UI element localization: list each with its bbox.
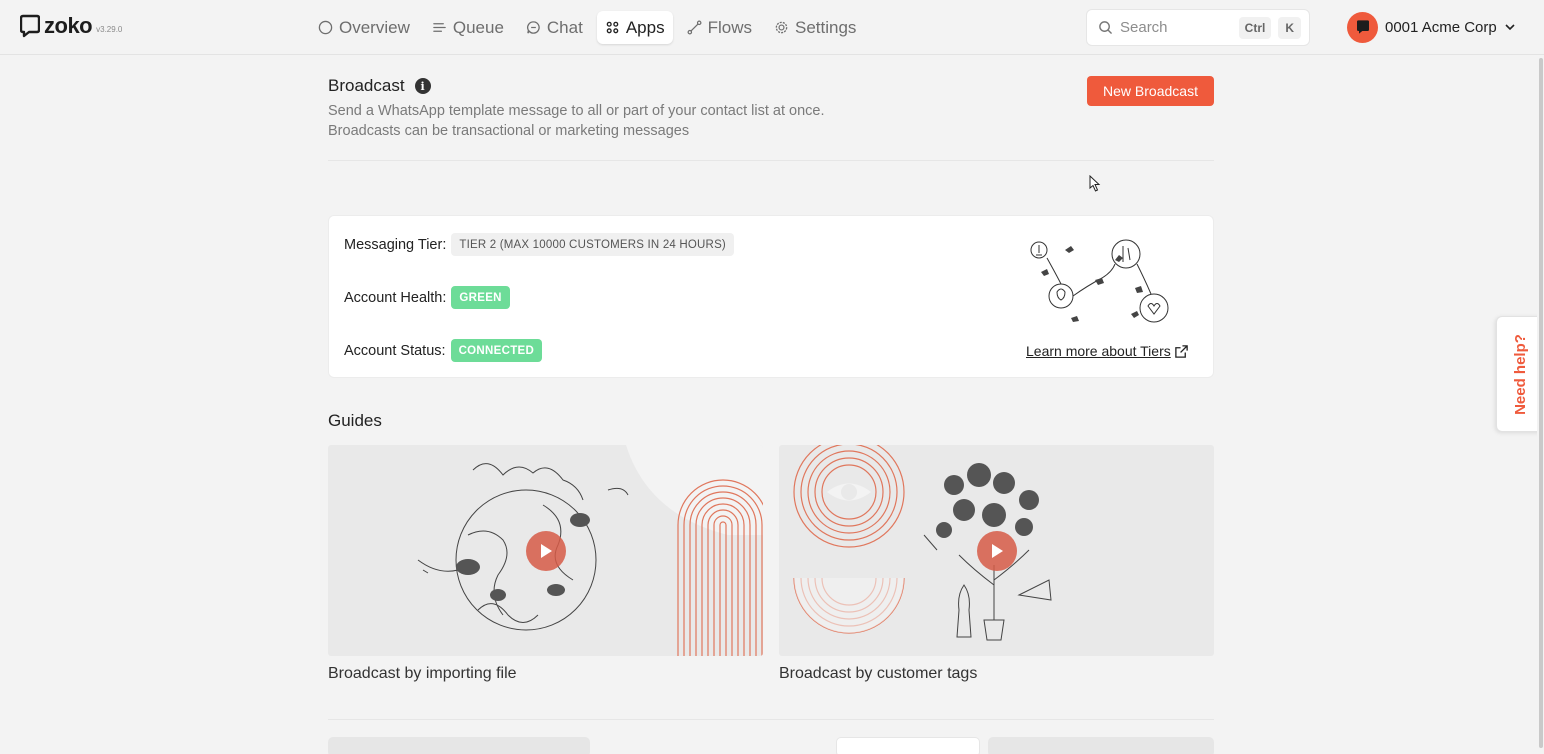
mouse-cursor-icon [1089, 175, 1101, 192]
messaging-tier-card: Messaging Tier: TIER 2 (MAX 10000 CUSTOM… [328, 215, 1214, 378]
gear-icon [775, 21, 788, 34]
flow-path-icon [687, 20, 702, 35]
new-broadcast-button[interactable]: New Broadcast [1087, 76, 1214, 106]
zoko-logo-icon [1356, 20, 1369, 34]
nav-label: Flows [707, 17, 752, 37]
need-help-label: Need help? [1512, 333, 1530, 415]
messaging-tier-badge: TIER 2 (MAX 10000 CUSTOMERS IN 24 HOURS) [451, 233, 734, 256]
nav-item-apps[interactable]: Apps [596, 11, 673, 44]
scrollbar-thumb[interactable] [1539, 58, 1543, 748]
nav-label: Queue [452, 17, 504, 37]
shortcut-k: K [1278, 16, 1301, 39]
account-name: 0001 Acme Corp [1385, 18, 1497, 36]
page-description: Send a WhatsApp template message to all … [328, 101, 824, 141]
description-line: Send a WhatsApp template message to all … [328, 103, 825, 119]
guide-video-import-file[interactable] [328, 445, 763, 656]
nav-item-overview[interactable]: Overview [310, 11, 418, 44]
info-icon[interactable]: i [414, 78, 431, 94]
account-health-label: Account Health: [344, 289, 447, 306]
messaging-tier-row: Messaging Tier: TIER 2 (MAX 10000 CUSTOM… [344, 233, 734, 256]
account-status-row: Account Status: CONNECTED [344, 339, 543, 362]
top-bar: zoko v3.29.0 Overview Queue Chat Apps Fl… [0, 0, 1544, 55]
search-box[interactable]: Search Ctrl K [1086, 9, 1310, 46]
account-status-label: Account Status: [344, 342, 446, 359]
account-status-badge: CONNECTED [450, 339, 543, 362]
play-button[interactable] [977, 531, 1017, 571]
play-icon [992, 544, 1003, 558]
guide-label[interactable]: Broadcast by customer tags [779, 665, 977, 683]
app-name: zoko [44, 13, 93, 38]
tiers-illustration [1030, 239, 1169, 323]
page-title-text: Broadcast [328, 76, 405, 95]
nav-label: Apps [625, 17, 665, 37]
chat-bubble-icon [526, 21, 540, 34]
time-filter-dropdown[interactable] [988, 737, 1214, 754]
external-link-icon [1174, 344, 1188, 358]
app-version: v3.29.0 [96, 25, 123, 34]
search-placeholder: Search [1120, 19, 1168, 36]
zoko-logo-icon [20, 14, 40, 38]
avatar [1347, 11, 1378, 43]
nav-label: Chat [546, 17, 583, 37]
app-logo[interactable]: zoko v3.29.0 [20, 14, 122, 38]
play-button[interactable] [526, 531, 566, 571]
guides-heading: Guides [328, 411, 382, 430]
play-icon [541, 544, 552, 558]
search-icon [1099, 21, 1112, 34]
divider [328, 160, 1214, 161]
nav-label: Settings [794, 17, 857, 37]
learn-more-tiers-link[interactable]: Learn more about Tiers [1026, 343, 1189, 359]
shortcut-ctrl: Ctrl [1238, 16, 1272, 39]
learn-more-text: Learn more about Tiers [1026, 343, 1171, 359]
page-title: Broadcast i [328, 76, 431, 96]
circle-icon [318, 20, 333, 35]
nav-item-chat[interactable]: Chat [518, 11, 591, 44]
broadcast-search-input[interactable] [328, 737, 590, 754]
chevron-down-icon [1505, 24, 1515, 31]
nav-item-queue[interactable]: Queue [424, 11, 512, 44]
account-health-row: Account Health: GREEN [344, 286, 510, 309]
account-switcher[interactable]: 0001 Acme Corp [1347, 11, 1516, 43]
guide-video-customer-tags[interactable] [779, 445, 1214, 656]
messaging-tier-label: Messaging Tier: [344, 236, 447, 253]
main-nav: Overview Queue Chat Apps Flows Settings [310, 11, 864, 44]
divider [328, 719, 1214, 720]
status-filter-dropdown[interactable] [836, 737, 980, 754]
guide-label[interactable]: Broadcast by importing file [328, 665, 517, 683]
nav-label: Overview [339, 17, 410, 37]
nav-item-flows[interactable]: Flows [679, 11, 760, 44]
account-health-badge: GREEN [451, 286, 510, 309]
nav-item-settings[interactable]: Settings [766, 11, 864, 44]
queue-list-icon [433, 23, 446, 32]
grid-dots-icon [606, 21, 619, 34]
description-line: Broadcasts can be transactional or marke… [328, 123, 690, 139]
